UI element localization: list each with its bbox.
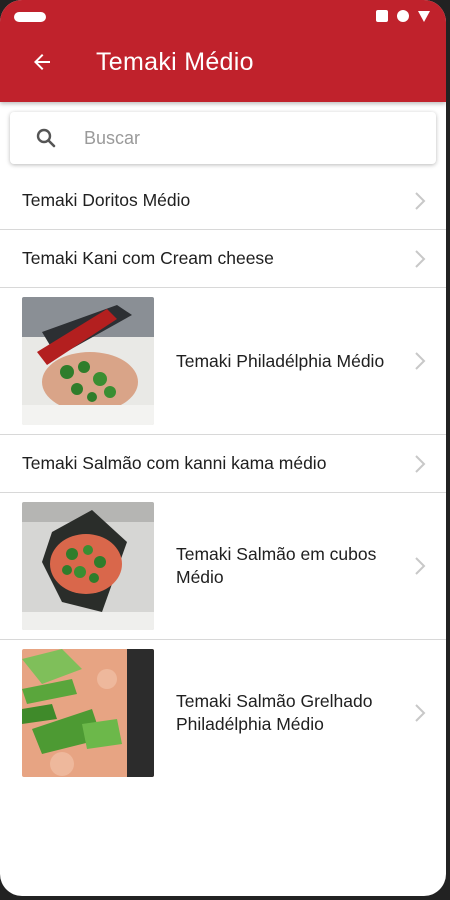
notification-pill-icon [14, 12, 46, 22]
status-bar-icons [376, 10, 430, 22]
list-item[interactable]: Temaki Kani com Cream cheese [0, 230, 446, 288]
chevron-right-icon [415, 191, 426, 210]
dot-icon [397, 10, 409, 22]
item-label: Temaki Salmão com kanni kama médio [22, 453, 327, 473]
product-image [22, 502, 154, 630]
item-label: Temaki Salmão em cubos Médio [176, 544, 377, 587]
product-list: Temaki Doritos Médio Temaki Kani com Cre… [0, 172, 446, 786]
list-item[interactable]: Temaki Philadélphia Médio [0, 288, 446, 435]
app-bar: Temaki Médio [0, 0, 446, 102]
product-image [22, 649, 154, 777]
search-icon [36, 128, 56, 148]
chevron-right-icon [415, 704, 426, 722]
chevron-right-icon [415, 454, 426, 473]
product-image [22, 297, 154, 425]
back-button[interactable] [24, 44, 60, 80]
arrow-left-icon [34, 54, 50, 70]
search-bar[interactable] [10, 112, 436, 164]
item-label: Temaki Salmão Grelhado Philadélphia Médi… [176, 691, 373, 734]
list-item[interactable]: Temaki Doritos Médio [0, 172, 446, 230]
app-screen: Temaki Médio Temaki Doritos Médio Temaki… [0, 0, 446, 896]
chevron-right-icon [415, 249, 426, 268]
wifi-icon [418, 10, 430, 22]
list-item[interactable]: Temaki Salmão em cubos Médio [0, 493, 446, 640]
search-input[interactable] [82, 126, 406, 150]
list-item[interactable]: Temaki Salmão com kanni kama médio [0, 435, 446, 493]
chevron-right-icon [415, 557, 426, 575]
signal-icon [376, 10, 388, 22]
list-item[interactable]: Temaki Salmão Grelhado Philadélphia Médi… [0, 640, 446, 786]
item-label: Temaki Doritos Médio [22, 190, 191, 210]
item-label: Temaki Kani com Cream cheese [22, 248, 274, 268]
item-label: Temaki Philadélphia Médio [176, 350, 385, 371]
chevron-right-icon [415, 352, 426, 370]
page-title: Temaki Médio [96, 48, 254, 76]
